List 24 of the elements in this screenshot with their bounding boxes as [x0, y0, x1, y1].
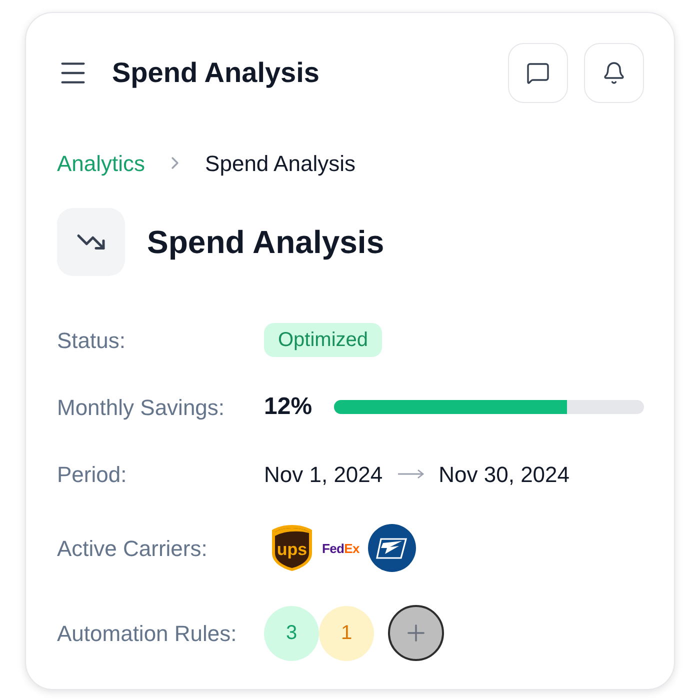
arrow-right-icon: [396, 469, 425, 479]
field-label: Monthly Savings:: [57, 394, 226, 422]
field-label: Active Carriers:: [57, 534, 208, 562]
trend-tile-icon: [57, 208, 125, 276]
field-label: Automation Rules:: [57, 620, 238, 648]
end-date: Nov 30, 2024: [438, 460, 570, 488]
status-badge: Optimized: [264, 323, 382, 357]
wordmark-logo: FedEx: [322, 542, 360, 554]
savings-value: 12%: [264, 392, 312, 422]
chat-button[interactable]: [508, 43, 568, 103]
start-date: Nov 1, 2024: [264, 460, 383, 488]
breadcrumb-current: Spend Analysis: [205, 150, 356, 178]
header-title: Spend Analysis: [112, 56, 320, 90]
rule-count: 3: [264, 606, 319, 660]
bell-icon: [602, 61, 626, 85]
chat-icon: [526, 61, 550, 85]
shield-logo: ups: [271, 524, 313, 572]
field-label: Period:: [57, 460, 128, 488]
field-label: Status:: [57, 326, 126, 354]
breadcrumb-link[interactable]: Analytics: [57, 146, 146, 180]
notification-button[interactable]: [584, 43, 644, 103]
emblem-icon: [368, 524, 416, 572]
rule-count: 1: [319, 606, 374, 660]
page-title: Spend Analysis: [147, 223, 384, 262]
